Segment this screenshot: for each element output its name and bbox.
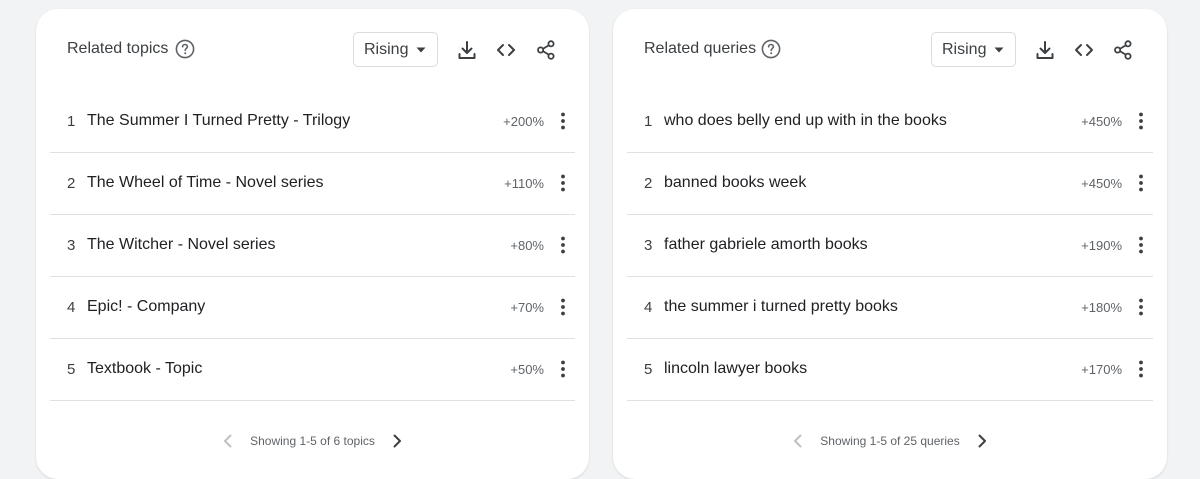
more-vert-icon[interactable]	[1133, 359, 1149, 379]
item-rank: 2	[644, 175, 653, 192]
next-page-icon[interactable]	[389, 433, 405, 449]
pagination-text: Showing 1-5 of 6 topics	[250, 434, 375, 448]
item-value: +180%	[1081, 300, 1122, 315]
item-rank: 2	[67, 175, 76, 192]
list-item[interactable]: 1 The Summer I Turned Pretty - Trilogy +…	[50, 91, 575, 153]
related-topics-card: Related topics Rising 1 The Summer I Tur…	[36, 9, 589, 479]
download-icon[interactable]	[1034, 39, 1056, 61]
embed-code-icon[interactable]	[495, 39, 517, 61]
help-circle-icon[interactable]	[761, 39, 781, 59]
list-item[interactable]: 4 the summer i turned pretty books +180%	[627, 277, 1153, 339]
related-queries-header: Related queries Rising	[613, 29, 1167, 71]
item-rank: 4	[67, 299, 76, 316]
more-vert-icon[interactable]	[1133, 297, 1149, 317]
item-rank: 5	[67, 361, 76, 378]
item-label[interactable]: The Witcher - Novel series	[87, 236, 276, 254]
list-item[interactable]: 2 banned books week +450%	[627, 153, 1153, 215]
filter-selected-label: Rising	[942, 41, 987, 58]
item-label[interactable]: Epic! - Company	[87, 298, 205, 316]
item-rank: 1	[644, 113, 653, 130]
more-vert-icon[interactable]	[555, 173, 571, 193]
list-item[interactable]: 5 lincoln lawyer books +170%	[627, 339, 1153, 401]
embed-code-icon[interactable]	[1073, 39, 1095, 61]
list-item[interactable]: 3 The Witcher - Novel series +80%	[50, 215, 575, 277]
item-label[interactable]: who does belly end up with in the books	[664, 112, 947, 130]
list-item[interactable]: 3 father gabriele amorth books +190%	[627, 215, 1153, 277]
rising-filter-dropdown[interactable]: Rising	[931, 32, 1016, 67]
item-label[interactable]: lincoln lawyer books	[664, 360, 807, 378]
list-item[interactable]: 5 Textbook - Topic +50%	[50, 339, 575, 401]
more-vert-icon[interactable]	[1133, 173, 1149, 193]
help-circle-icon[interactable]	[175, 39, 195, 59]
item-value: +170%	[1081, 362, 1122, 377]
item-rank: 3	[67, 237, 76, 254]
pagination-text: Showing 1-5 of 25 queries	[820, 434, 960, 448]
share-icon[interactable]	[535, 39, 557, 61]
item-label[interactable]: The Summer I Turned Pretty - Trilogy	[87, 112, 350, 130]
previous-page-icon[interactable]	[220, 433, 236, 449]
share-icon[interactable]	[1112, 39, 1134, 61]
caret-down-icon	[994, 47, 1004, 53]
item-value: +70%	[510, 300, 544, 315]
item-value: +200%	[503, 114, 544, 129]
rising-filter-dropdown[interactable]: Rising	[353, 32, 438, 67]
next-page-icon[interactable]	[974, 433, 990, 449]
related-topics-list: 1 The Summer I Turned Pretty - Trilogy +…	[50, 91, 575, 401]
item-label[interactable]: Textbook - Topic	[87, 360, 202, 378]
related-queries-list: 1 who does belly end up with in the book…	[627, 91, 1153, 401]
item-value: +50%	[510, 362, 544, 377]
item-value: +450%	[1081, 176, 1122, 191]
list-item[interactable]: 1 who does belly end up with in the book…	[627, 91, 1153, 153]
related-topics-title: Related topics	[67, 40, 169, 57]
more-vert-icon[interactable]	[555, 235, 571, 255]
more-vert-icon[interactable]	[555, 297, 571, 317]
item-rank: 3	[644, 237, 653, 254]
item-label[interactable]: the summer i turned pretty books	[664, 298, 898, 316]
previous-page-icon[interactable]	[790, 433, 806, 449]
item-label[interactable]: The Wheel of Time - Novel series	[87, 174, 324, 192]
download-icon[interactable]	[456, 39, 478, 61]
filter-selected-label: Rising	[364, 41, 409, 58]
item-value: +110%	[504, 176, 544, 191]
related-queries-title: Related queries	[644, 40, 757, 57]
item-value: +190%	[1081, 238, 1122, 253]
more-vert-icon[interactable]	[555, 111, 571, 131]
more-vert-icon[interactable]	[1133, 111, 1149, 131]
queries-pagination: Showing 1-5 of 25 queries	[613, 433, 1167, 455]
item-label[interactable]: banned books week	[664, 174, 806, 192]
more-vert-icon[interactable]	[555, 359, 571, 379]
item-label[interactable]: father gabriele amorth books	[664, 236, 868, 254]
item-value: +80%	[510, 238, 544, 253]
item-rank: 1	[67, 113, 76, 130]
list-item[interactable]: 2 The Wheel of Time - Novel series +110%	[50, 153, 575, 215]
related-topics-header: Related topics Rising	[36, 29, 589, 71]
related-queries-card: Related queries Rising 1 who does belly …	[613, 9, 1167, 479]
caret-down-icon	[416, 47, 426, 53]
item-value: +450%	[1081, 114, 1122, 129]
list-item[interactable]: 4 Epic! - Company +70%	[50, 277, 575, 339]
item-rank: 4	[644, 299, 653, 316]
more-vert-icon[interactable]	[1133, 235, 1149, 255]
item-rank: 5	[644, 361, 653, 378]
topics-pagination: Showing 1-5 of 6 topics	[36, 433, 589, 455]
